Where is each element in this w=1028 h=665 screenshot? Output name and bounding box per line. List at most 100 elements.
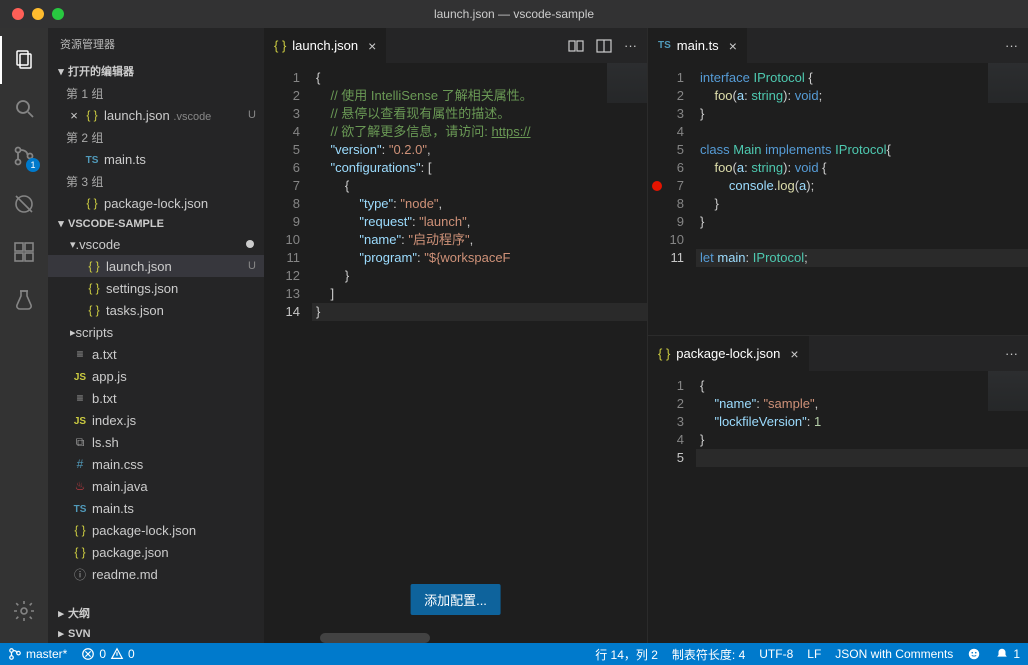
file-icon: { } [82,108,102,122]
file-icon: JS [70,413,90,427]
status-bar: master* 0 0 行 14，列 2 制表符长度: 4 UTF-8 LF J… [0,643,1028,665]
file-name: main.ts [92,501,264,516]
activity-explorer-icon[interactable] [0,36,48,84]
editor-group-label: 第 2 组 [48,126,264,148]
tab-main-ts[interactable]: TS main.ts × [648,28,748,63]
tree-file[interactable]: { }package.json [48,541,264,563]
modified-dot-icon [246,240,254,248]
tree-file[interactable]: JSapp.js [48,365,264,387]
activity-extensions-icon[interactable] [0,228,48,276]
activity-settings-icon[interactable] [0,587,48,635]
close-icon[interactable]: × [729,38,737,54]
tree-file[interactable]: ≡b.txt [48,387,264,409]
editor-group-right: TS main.ts × ··· 1234567891011 interface… [648,28,1028,643]
more-icon[interactable]: ··· [1005,38,1018,53]
file-name: a.txt [92,347,264,362]
tree-file[interactable]: { }tasks.json [48,299,264,321]
tree-file[interactable]: { }package-lock.json [48,519,264,541]
status-branch[interactable]: master* [8,647,67,661]
svn-header[interactable]: ▸ SVN [48,624,264,643]
minimap[interactable] [607,63,647,103]
tree-file[interactable]: ≡a.txt [48,343,264,365]
maximize-window-button[interactable] [52,8,64,20]
file-icon: { } [84,303,104,317]
activity-test-icon[interactable] [0,276,48,324]
workspace-header[interactable]: ▾ VSCODE-SAMPLE [48,214,264,233]
tree-file[interactable]: { }settings.json [48,277,264,299]
svn-label: SVN [68,628,91,640]
sidebar-title: 资源管理器 [48,28,264,60]
status-cursor[interactable]: 行 14，列 2 [595,646,658,663]
activity-search-icon[interactable] [0,84,48,132]
editor-tabs: { } launch.json × ··· [264,28,647,63]
file-name: tasks.json [106,303,264,318]
horizontal-scrollbar[interactable] [264,633,647,643]
scm-badge: 1 [26,158,40,172]
file-icon: ♨ [70,479,90,493]
tab-label: package-lock.json [676,346,780,361]
tab-launch-json[interactable]: { } launch.json × [264,28,387,63]
workspace-label: VSCODE-SAMPLE [68,218,164,230]
close-icon[interactable]: × [790,346,798,362]
file-icon: ≡ [70,347,90,361]
editor-group-2: TS main.ts × ··· 1234567891011 interface… [648,28,1028,336]
minimap[interactable] [988,63,1028,103]
status-eol[interactable]: LF [807,647,821,661]
open-editor-item[interactable]: { }package-lock.json [48,192,264,214]
tree-file[interactable]: ♨main.java [48,475,264,497]
status-problems[interactable]: 0 0 [81,647,134,661]
activity-scm-icon[interactable]: 1 [0,132,48,180]
open-editors-header[interactable]: ▾ 打开的编辑器 [48,60,264,82]
more-icon[interactable]: ··· [1005,346,1018,361]
close-icon[interactable]: × [66,108,82,123]
activity-debug-icon[interactable] [0,180,48,228]
file-name: package-lock.json [104,196,264,211]
editor-group-label: 第 3 组 [48,170,264,192]
status-feedback-icon[interactable] [967,647,981,661]
editor-group-label: 第 1 组 [48,82,264,104]
file-icon: ≡ [70,391,90,405]
file-icon: # [70,457,90,471]
file-icon: { } [82,196,102,210]
minimap[interactable] [988,371,1028,411]
file-icon: TS [82,152,102,166]
window-title: launch.json — vscode-sample [0,7,1028,21]
status-tabsize[interactable]: 制表符长度: 4 [672,646,745,663]
file-icon: TS [70,501,90,515]
close-icon[interactable]: × [368,38,376,54]
editor-group-3: { } package-lock.json × ··· 12345 { "nam… [648,336,1028,643]
minimize-window-button[interactable] [32,8,44,20]
code-editor[interactable]: 12345 { "name": "sample", "lockfileVersi… [648,371,1028,643]
folder-name: scripts [76,325,264,340]
tab-label: main.ts [677,38,719,53]
add-configuration-button[interactable]: 添加配置... [410,584,501,615]
tree-file[interactable]: TSmain.ts [48,497,264,519]
status-language[interactable]: JSON with Comments [835,647,953,661]
tree-file[interactable]: JSindex.js [48,409,264,431]
open-editor-item[interactable]: ×{ }launch.json .vscodeU [48,104,264,126]
tree-file[interactable]: { }launch.jsonU [48,255,264,277]
tree-file[interactable]: #main.css [48,453,264,475]
tree-file[interactable]: ⧉ls.sh [48,431,264,453]
editor-actions: ··· [1005,28,1028,63]
code-editor[interactable]: 1234567891011 interface IProtocol { foo(… [648,63,1028,335]
open-editor-item[interactable]: TSmain.ts [48,148,264,170]
split-editor-icon[interactable] [596,38,612,54]
status-notifications[interactable]: 1 [995,647,1020,661]
file-name: package-lock.json [92,523,264,538]
close-window-button[interactable] [12,8,24,20]
code-editor[interactable]: 1234567891011121314 { // 使用 IntelliSense… [264,63,647,633]
tree-folder[interactable]: ▾ .vscode [48,233,264,255]
tree-folder[interactable]: ▸ scripts [48,321,264,343]
more-icon[interactable]: ··· [624,38,637,53]
editor-area: { } launch.json × ··· 123456789101112131… [264,28,1028,643]
chevron-down-icon: ▾ [54,65,68,78]
status-encoding[interactable]: UTF-8 [759,647,793,661]
file-icon: { } [84,281,104,295]
chevron-right-icon: ▸ [54,627,68,640]
tree-file[interactable]: ⓘreadme.md [48,563,264,585]
outline-header[interactable]: ▸ 大纲 [48,602,264,624]
tab-package-lock-json[interactable]: { } package-lock.json × [648,336,810,371]
breakpoint-icon[interactable] [652,181,662,191]
compare-icon[interactable] [568,38,584,54]
